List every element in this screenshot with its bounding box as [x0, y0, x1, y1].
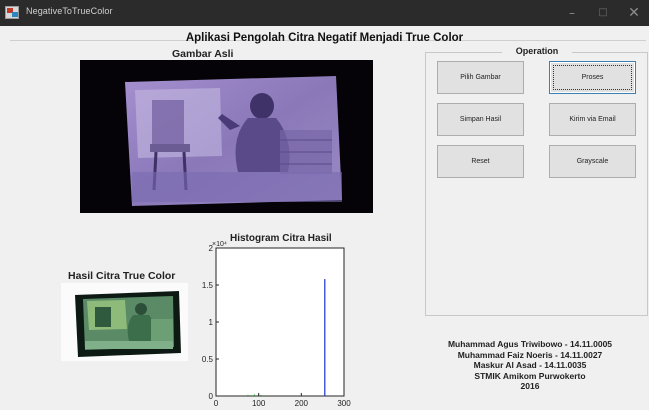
y-tick-label: 1	[209, 318, 214, 327]
original-image-label: Gambar Asli	[172, 48, 234, 60]
y-tick-label: 1.5	[202, 281, 214, 290]
x-tick-label: 300	[337, 399, 351, 408]
credit-line: 2016	[520, 381, 540, 391]
credit-line: Muhammad Faiz Noeris - 14.11.0027	[457, 349, 603, 360]
y-tick-label: 2	[209, 244, 214, 253]
result-image-label: Hasil Citra True Color	[68, 270, 176, 282]
window-title: NegativeToTrueColor	[26, 6, 113, 16]
y-tick-label: 0.5	[202, 355, 214, 364]
grayscale-button[interactable]: Grayscale	[549, 145, 636, 178]
x-tick-label: 200	[295, 399, 309, 408]
credit-line: Maskur Al Asad - 14.11.0035	[473, 360, 587, 370]
credit-line: STMIK Amikom Purwokerto	[474, 370, 586, 381]
y-axis-multiplier: ×10⁴	[212, 241, 227, 248]
app-icon	[5, 6, 19, 19]
maximize-button[interactable]: □	[588, 0, 618, 26]
histogram-chart: ×10⁴ 00.511.52 0 100 200 300	[202, 241, 351, 408]
credits: Muhammad Agus Triwibowo - 14.11.0005 Muh…	[430, 339, 630, 392]
title-bar: NegativeToTrueColor – □ ✕	[0, 0, 649, 26]
minimize-button[interactable]: –	[557, 0, 587, 26]
close-button[interactable]: ✕	[619, 0, 649, 26]
save-result-button[interactable]: Simpan Hasil	[437, 103, 524, 136]
original-image	[80, 60, 373, 213]
x-tick-label: 100	[252, 399, 266, 408]
choose-image-button[interactable]: Pilih Gambar	[437, 61, 524, 94]
operation-title: Operation	[502, 46, 572, 56]
x-tick-label: 0	[214, 399, 219, 408]
reset-button[interactable]: Reset	[437, 145, 524, 178]
credit-line: Muhammad Agus Triwibowo - 14.11.0005	[447, 339, 613, 349]
page-title: Aplikasi Pengolah Citra Negatif Menjadi …	[185, 32, 464, 44]
send-email-button[interactable]: Kirim via Email	[549, 103, 636, 136]
process-button[interactable]: Proses	[549, 61, 636, 94]
result-image	[61, 283, 188, 361]
